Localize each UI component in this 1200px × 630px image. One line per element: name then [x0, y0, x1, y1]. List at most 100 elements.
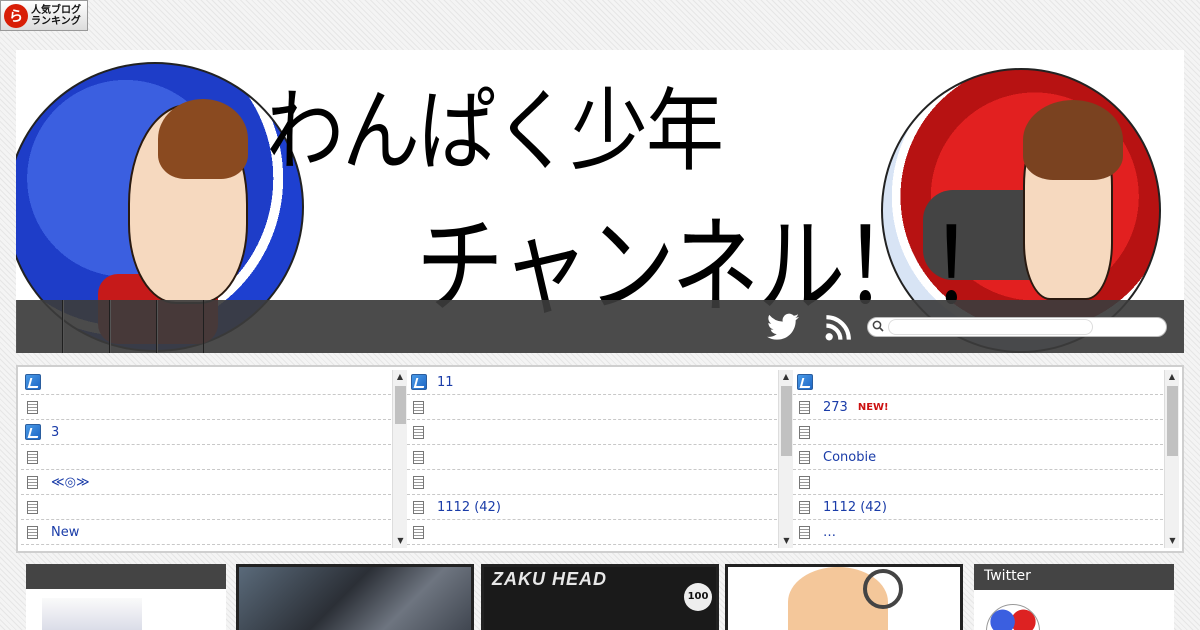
rss-item[interactable]: 11: [407, 370, 777, 395]
sidebar-widget: [26, 564, 226, 630]
rss-column-3[interactable]: 273 NEW! Conobie 1112 (42) … ▲ ▼: [793, 370, 1179, 548]
rss-item[interactable]: [407, 395, 777, 420]
search-form: [867, 317, 1167, 337]
rss-list: 3 ≪◎≫ New: [21, 370, 407, 545]
rss-list: 273 NEW! Conobie 1112 (42) …: [793, 370, 1179, 545]
nav-item-2[interactable]: [63, 300, 110, 353]
rss-item[interactable]: [407, 420, 777, 445]
rss-item[interactable]: [407, 520, 777, 545]
rss-column-1[interactable]: 3 ≪◎≫ New ▲ ▼: [21, 370, 407, 548]
magnifying-glass-icon: [863, 569, 903, 609]
scroll-down-icon[interactable]: ▼: [1165, 534, 1179, 548]
site-title-line1[interactable]: わんぱく少年: [266, 60, 724, 189]
search-input[interactable]: [888, 319, 1093, 335]
document-icon: [413, 425, 424, 439]
scroll-down-icon[interactable]: ▼: [393, 534, 407, 548]
nav-item-3[interactable]: [110, 300, 157, 353]
rss-item-text[interactable]: 1112 (42): [437, 500, 501, 515]
document-icon: [27, 475, 38, 489]
rss-item[interactable]: 3: [21, 420, 391, 445]
scrollbar[interactable]: ▲ ▼: [778, 370, 793, 548]
scrollbar[interactable]: ▲ ▼: [1164, 370, 1179, 548]
rss-item[interactable]: 1112 (42): [407, 495, 777, 520]
search-button[interactable]: [1093, 318, 1163, 336]
feed-icon: [25, 374, 41, 390]
rss-item-text[interactable]: Conobie: [823, 450, 876, 465]
rss-item-text[interactable]: …: [823, 525, 836, 540]
twitter-widget-title: Twitter: [974, 564, 1174, 590]
document-icon: [413, 400, 424, 414]
rss-item[interactable]: 1112 (42): [793, 495, 1163, 520]
document-icon: [799, 425, 810, 439]
rss-item[interactable]: [793, 420, 1163, 445]
rss-item[interactable]: [21, 370, 391, 395]
rss-item[interactable]: [793, 370, 1163, 395]
rss-icon[interactable]: [822, 312, 856, 342]
scrollbar[interactable]: ▲ ▼: [392, 370, 407, 548]
search-icon: [868, 320, 888, 335]
site-header: わんぱく少年 チャンネル！！: [16, 50, 1184, 353]
document-icon: [27, 525, 38, 539]
sidebar-widget-header: [26, 564, 226, 589]
document-icon: [27, 400, 38, 414]
document-icon: [413, 450, 424, 464]
article-thumbnail-3[interactable]: [725, 564, 963, 630]
twitter-avatar[interactable]: [986, 604, 1040, 630]
rss-item[interactable]: Conobie: [793, 445, 1163, 470]
new-badge: NEW!: [857, 401, 889, 413]
rss-item[interactable]: 273 NEW!: [793, 395, 1163, 420]
scroll-up-icon[interactable]: ▲: [779, 370, 793, 384]
document-icon: [799, 525, 810, 539]
global-nav: [16, 300, 1184, 353]
ranking-badge-line2: ランキング: [31, 15, 81, 27]
rss-item[interactable]: [793, 470, 1163, 495]
scrollbar-thumb[interactable]: [781, 386, 792, 456]
rss-item-text[interactable]: 273: [823, 400, 848, 415]
nav-item-1[interactable]: [16, 300, 63, 353]
feed-icon: [797, 374, 813, 390]
rss-item-text[interactable]: 1112 (42): [823, 500, 887, 515]
blog-ranking-badge[interactable]: ら 人気ブログ ランキング: [0, 0, 88, 31]
thumbnail-price-badge: 100: [684, 583, 712, 611]
document-icon: [799, 475, 810, 489]
article-thumbnail-2[interactable]: ZAKU HEAD 100: [481, 564, 719, 630]
rss-feed-panel: 3 ≪◎≫ New ▲ ▼ 11 1112 (42) ▲ ▼ 273 NEW! …: [16, 365, 1184, 553]
feed-icon: [411, 374, 427, 390]
document-icon: [799, 450, 810, 464]
rss-item-text[interactable]: New: [51, 525, 79, 540]
feed-icon: [25, 424, 41, 440]
document-icon: [413, 525, 424, 539]
ranking-badge-text: 人気ブログ ランキング: [31, 5, 81, 27]
document-icon: [27, 500, 38, 514]
scrollbar-thumb[interactable]: [1167, 386, 1178, 456]
nav-item-4[interactable]: [157, 300, 204, 353]
rss-column-2[interactable]: 11 1112 (42) ▲ ▼: [407, 370, 793, 548]
rss-item-text[interactable]: ≪◎≫: [51, 475, 90, 490]
rss-item[interactable]: [21, 445, 391, 470]
document-icon: [413, 500, 424, 514]
scroll-up-icon[interactable]: ▲: [393, 370, 407, 384]
rss-item[interactable]: [21, 395, 391, 420]
twitter-widget: Twitter: [974, 564, 1174, 630]
twitter-icon[interactable]: [766, 312, 800, 342]
rss-item[interactable]: New: [21, 520, 391, 545]
rss-item[interactable]: [407, 470, 777, 495]
rss-item[interactable]: …: [793, 520, 1163, 545]
scroll-down-icon[interactable]: ▼: [779, 534, 793, 548]
thumbnail-product-title: ZAKU HEAD: [492, 569, 607, 589]
document-icon: [27, 450, 38, 464]
article-thumbnail-1[interactable]: [236, 564, 474, 630]
document-icon: [799, 400, 810, 414]
ranking-badge-line1: 人気ブログ: [31, 4, 81, 16]
document-icon: [413, 475, 424, 489]
sidebar-widget-image[interactable]: [42, 598, 142, 630]
rss-item-text[interactable]: 3: [51, 425, 59, 440]
ranking-logo-icon: ら: [4, 3, 28, 28]
rss-item[interactable]: ≪◎≫: [21, 470, 391, 495]
scrollbar-thumb[interactable]: [395, 386, 406, 424]
scroll-up-icon[interactable]: ▲: [1165, 370, 1179, 384]
rss-item-text[interactable]: 11: [437, 375, 454, 390]
rss-item[interactable]: [407, 445, 777, 470]
rss-item[interactable]: [21, 495, 391, 520]
rss-list: 11 1112 (42): [407, 370, 793, 545]
